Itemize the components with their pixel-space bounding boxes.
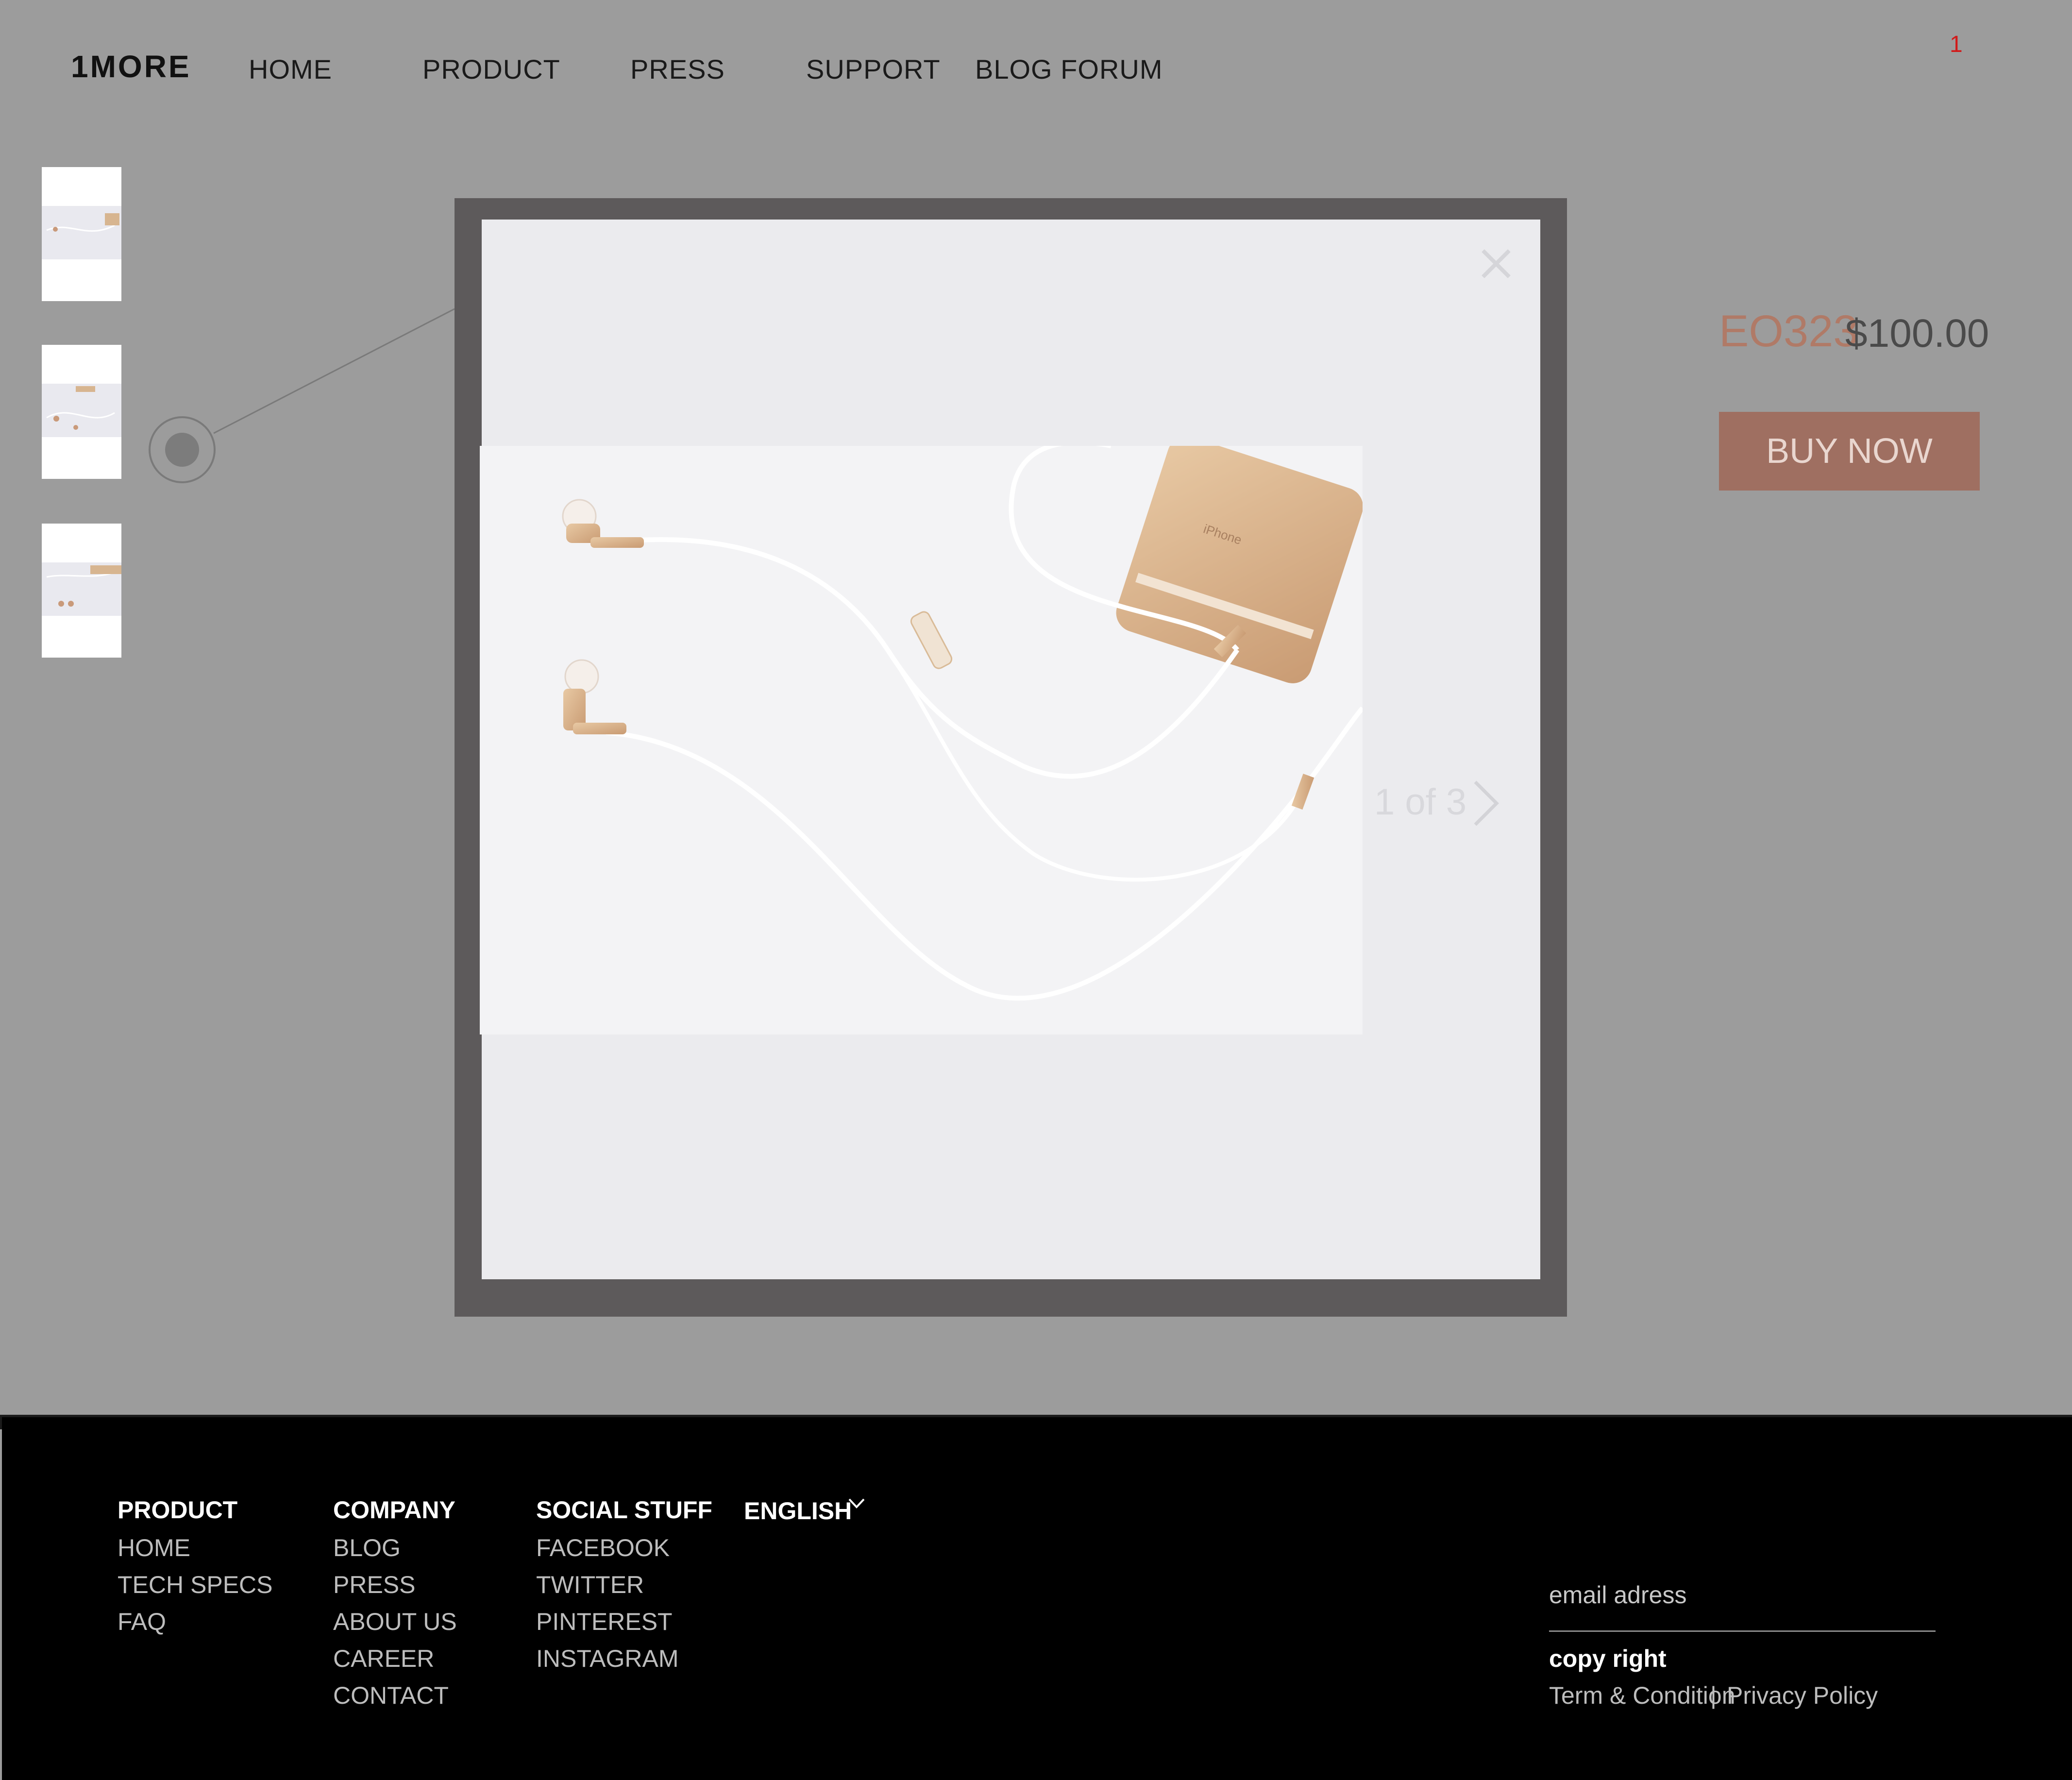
terms-link[interactable]: Term & Condition (1549, 1681, 1735, 1710)
footer-link-career[interactable]: CAREER (333, 1644, 434, 1673)
nav-blog-forum[interactable]: BLOG FORUM (975, 53, 1162, 85)
footer-link-pinterest[interactable]: PINTEREST (536, 1608, 673, 1636)
nav-press[interactable]: PRESS (630, 53, 725, 85)
footer-link-press[interactable]: PRESS (333, 1571, 416, 1599)
cart-count-badge[interactable]: 1 (1950, 31, 1963, 58)
chevron-right-icon[interactable] (1471, 779, 1500, 828)
footer-link-about-us[interactable]: ABOUT US (333, 1608, 457, 1636)
email-input[interactable] (1549, 1578, 1936, 1611)
nav-support[interactable]: SUPPORT (806, 53, 941, 85)
link-separator: | (1710, 1682, 1717, 1709)
footer-heading-social: SOCIAL STUFF (536, 1496, 712, 1524)
copyright-text: copy right (1549, 1645, 1667, 1672)
thumbnail-3[interactable] (42, 524, 121, 658)
earphones-with-phone-image: iPhone (562, 446, 1363, 1001)
close-icon[interactable] (1480, 248, 1512, 280)
product-code: EO323 (1719, 306, 1858, 356)
footer-link-blog[interactable]: BLOG (333, 1534, 401, 1562)
hotspot-connector-line (213, 308, 455, 434)
gallery-pager: 1 of 3 (1374, 781, 1467, 823)
hotspot-dot (165, 433, 199, 467)
footer-heading-company: COMPANY (333, 1496, 455, 1524)
footer-heading-product: PRODUCT (118, 1496, 238, 1524)
privacy-link[interactable]: Privacy Policy (1727, 1681, 1878, 1710)
hotspot-icon[interactable] (149, 416, 216, 483)
footer-link-tech-specs[interactable]: TECH SPECS (118, 1571, 273, 1599)
email-underline (1549, 1630, 1936, 1632)
footer-link-contact[interactable]: CONTACT (333, 1681, 449, 1710)
footer-link-faq[interactable]: FAQ (118, 1608, 166, 1636)
product-photo: iPhone (480, 446, 1363, 1034)
footer-link-instagram[interactable]: INSTAGRAM (536, 1644, 679, 1673)
footer-link-home[interactable]: HOME (118, 1534, 190, 1562)
chevron-down-icon[interactable] (848, 1498, 865, 1509)
product-price: $100.00 (1845, 311, 1989, 356)
footer-link-twitter[interactable]: TWITTER (536, 1571, 644, 1599)
language-selector[interactable]: ENGLISH (744, 1497, 852, 1525)
buy-now-button[interactable]: BUY NOW (1719, 412, 1980, 491)
earphone-thumbnail-graphic (46, 565, 121, 607)
footer-link-facebook[interactable]: FACEBOOK (536, 1534, 670, 1562)
